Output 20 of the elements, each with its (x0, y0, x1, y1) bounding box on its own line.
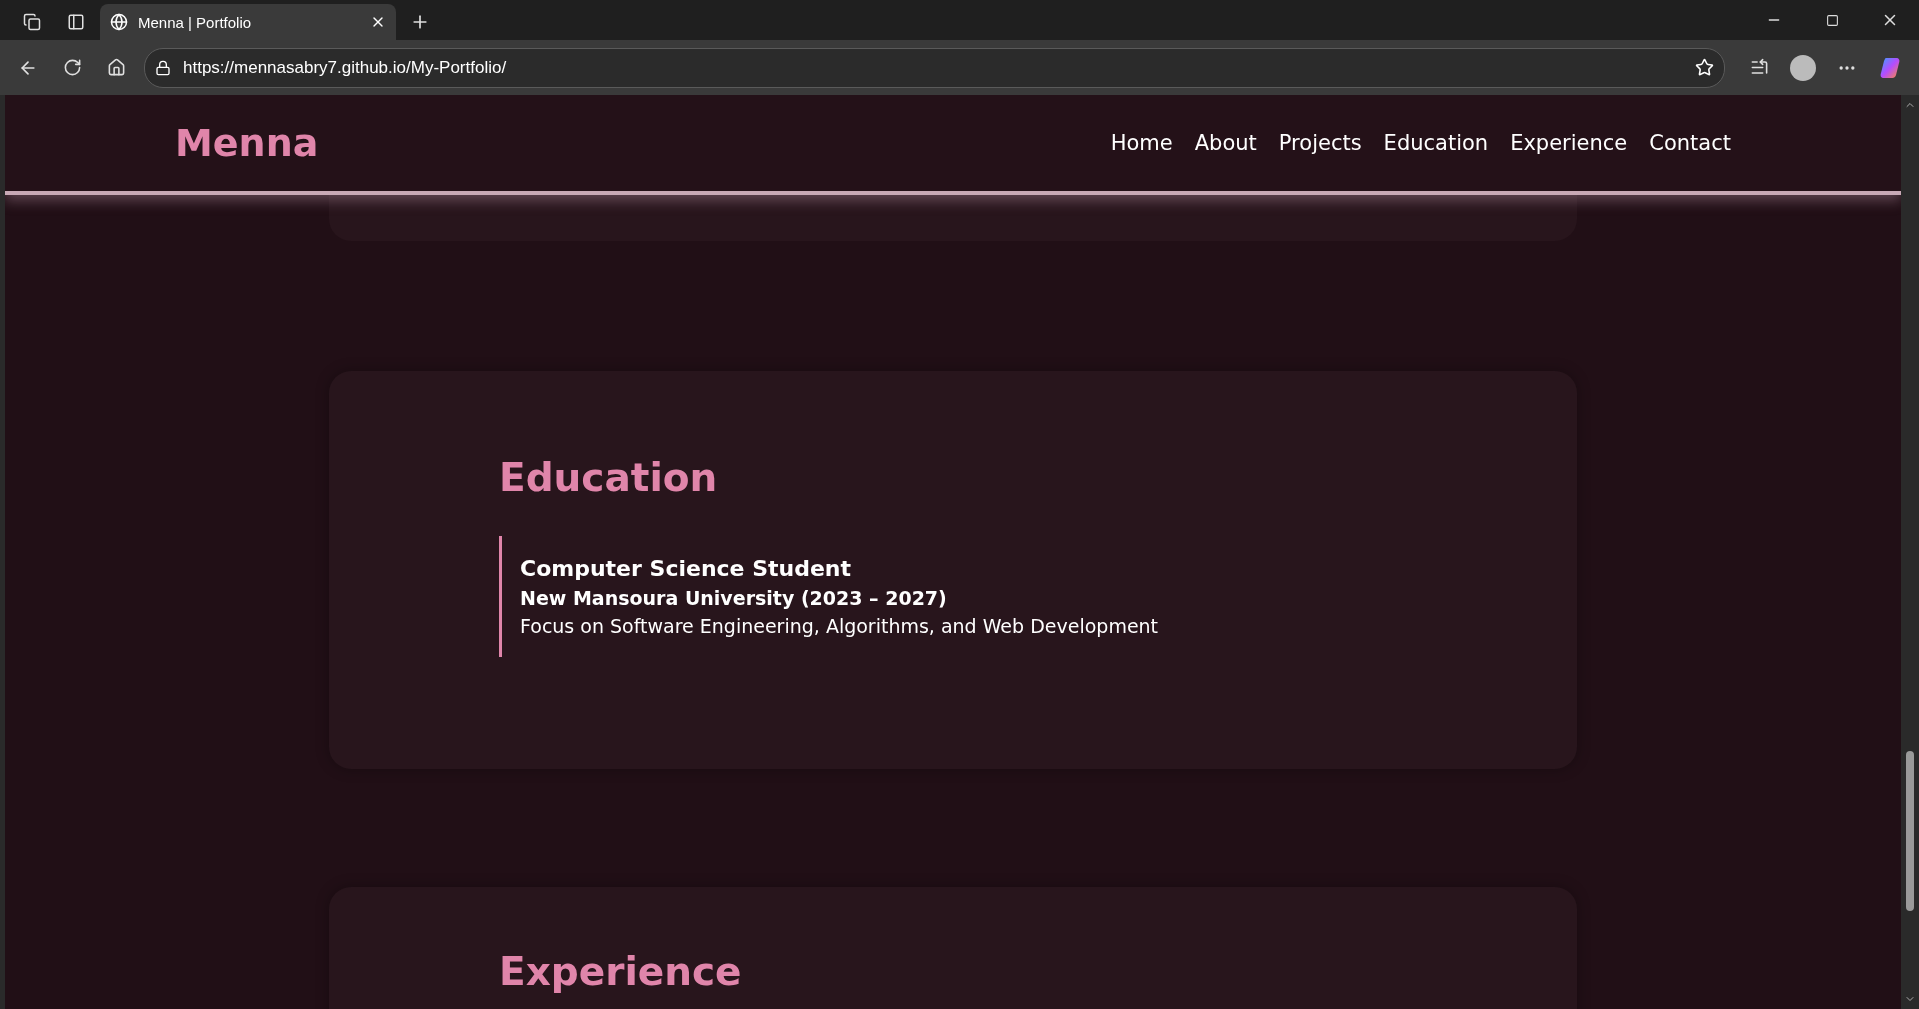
scrollbar-thumb[interactable] (1906, 751, 1914, 911)
lock-icon (155, 59, 171, 76)
entry-description: Focus on Software Engineering, Algorithms, and Web Development (520, 615, 1160, 637)
globe-icon (110, 13, 128, 31)
tab-title: Menna | Portfolio (138, 13, 253, 31)
nav-link[interactable]: Education (1383, 131, 1489, 155)
nav-link[interactable]: Projects (1278, 131, 1362, 155)
nav-link[interactable]: Experience (1510, 131, 1628, 155)
section-heading: Experience (499, 949, 743, 994)
nav-link[interactable]: Contact (1649, 131, 1731, 155)
logo-link[interactable]: Menna (175, 121, 319, 165)
entry-institution: New Mansoura University (2023 – 2027) (520, 587, 948, 609)
nav-link[interactable]: About (1194, 131, 1257, 155)
url-text: https://mennasabry7.github.io/My-Portfolio/ (183, 57, 508, 78)
section-heading: Education (499, 455, 719, 500)
favorite-star-icon[interactable] (1695, 58, 1714, 77)
browser-tab[interactable]: Menna | Portfolio (100, 4, 396, 40)
entry-title: Computer Science Student (520, 556, 853, 581)
address-bar[interactable]: https://mennasabry7.github.io/My-Portfolio/ (144, 47, 1725, 88)
nav-link[interactable]: Home (1110, 131, 1173, 155)
